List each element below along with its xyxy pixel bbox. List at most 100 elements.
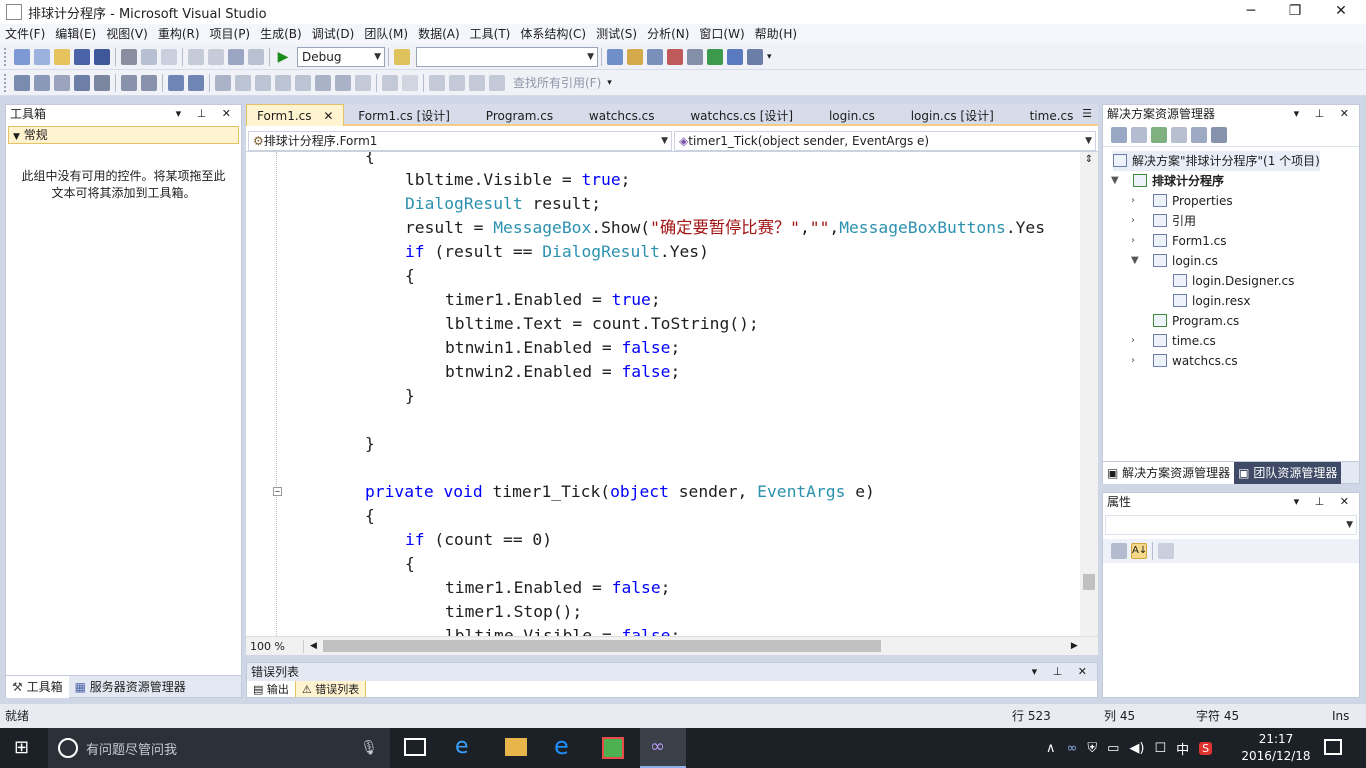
solution-config-select[interactable]: Debug ▼ [297,46,385,67]
ime-mode[interactable]: 中 [1176,739,1189,758]
bookmark-next-folder-icon[interactable] [295,74,311,91]
menu-architecture[interactable]: 体系结构(C) [515,24,591,44]
undo-icon[interactable] [188,48,204,65]
code-line[interactable]: btnwin1.Enabled = false; [445,336,680,360]
tab-program-cs[interactable]: Program.cs [476,105,563,127]
windows-start-icon[interactable]: ⊞ [14,738,29,758]
tree-item-program[interactable]: Program.cs [1153,311,1239,331]
add-item-icon[interactable] [34,48,50,65]
code-line[interactable]: timer1.Enabled = false; [445,576,670,600]
panel-buttons[interactable]: ▾ ⊥ ✕ [1294,493,1355,511]
class-view-icon[interactable] [449,74,465,91]
show-all-files-icon[interactable] [1131,126,1147,143]
security-icon[interactable]: ⛨ [1087,741,1097,756]
minimize-button[interactable]: ─ [1228,0,1274,24]
cortana-search-box[interactable]: 有问题尽管问我 🎙 [48,728,390,768]
bookmark-toggle-icon[interactable] [215,74,231,91]
toolbox-icon[interactable] [667,48,683,65]
start-debug-icon[interactable]: ▶ [275,49,291,65]
code-line[interactable]: { [365,152,375,168]
tree-item-properties[interactable]: Properties [1153,191,1233,211]
bookmark-next-doc-icon[interactable] [335,74,351,91]
tab-login-cs[interactable]: login.cs [819,105,885,127]
code-line[interactable]: if (result == DialogResult.Yes) [405,240,709,264]
sogou-icon[interactable]: S [1199,741,1213,755]
store-icon[interactable] [602,737,624,759]
toolbar-options-icon[interactable]: ▾ [767,49,783,65]
bookmark-prev-icon[interactable] [235,74,251,91]
code-line[interactable]: lbltime.Visible = false; [445,624,680,636]
bookmark-next-icon[interactable] [255,74,271,91]
tree-item-time[interactable]: time.cs [1153,331,1216,351]
find-in-files-icon[interactable] [394,48,410,65]
toolbar-options-icon[interactable]: ▾ [607,75,623,91]
vs-tray-icon[interactable]: ∞ [1067,741,1078,756]
tree-solution[interactable]: 解决方案"排球计分程序"(1 个项目) [1113,151,1320,171]
tab-watchcs-cs[interactable]: watchcs.cs [579,105,665,127]
code-line[interactable]: lbltime.Visible = true; [405,168,630,192]
chevron-right-icon[interactable]: › [1131,331,1143,351]
view-designer-icon[interactable] [1191,126,1207,143]
chevron-down-icon[interactable]: ▼ [1131,251,1143,271]
code-definition-icon[interactable] [489,74,505,91]
cut-icon[interactable] [121,48,137,65]
uncomment-icon[interactable] [188,74,204,91]
code-area[interactable]: − {lbltime.Visible = true; DialogResult r… [246,152,1080,636]
internet-explorer-icon[interactable]: e [455,736,469,758]
menu-window[interactable]: 窗口(W) [694,24,749,44]
menu-data[interactable]: 数据(A) [413,24,465,44]
tab-form1-design[interactable]: Form1.cs [设计] [348,105,460,127]
code-line[interactable]: if (count == 0) [405,528,552,552]
edge-icon[interactable]: e [554,734,569,758]
menu-edit[interactable]: 编辑(E) [50,24,101,44]
redo-icon[interactable] [208,48,224,65]
tab-login-design[interactable]: login.cs [设计] [901,105,1004,127]
find-all-refs-button[interactable]: 查找所有引用(F) [513,74,601,91]
menu-team[interactable]: 团队(M) [359,24,413,44]
scroll-thumb[interactable] [1083,574,1095,590]
network-icon[interactable]: ☐ [1155,741,1167,756]
tree-item-login[interactable]: login.cs [1153,251,1218,271]
extension-manager-icon[interactable] [727,48,743,65]
start-page-icon[interactable] [707,48,723,65]
task-view-icon[interactable] [404,738,426,756]
class-navigator[interactable]: ⚙排球计分程序.Form1 ▼ [248,130,672,151]
chevron-right-icon[interactable]: › [1131,211,1143,231]
menu-project[interactable]: 项目(P) [205,24,256,44]
code-line[interactable]: lbltime.Text = count.ToString(); [445,312,759,336]
new-project-icon[interactable] [14,48,30,65]
code-line[interactable]: btnwin2.Enabled = false; [445,360,680,384]
close-tab-icon[interactable]: ✕ [323,109,333,123]
microphone-icon[interactable]: 🎙 [360,740,378,756]
display-object-member-icon[interactable] [14,74,30,91]
save-icon[interactable] [74,48,90,65]
tab-form1-cs[interactable]: Form1.cs ✕ [246,104,345,126]
tools-icon[interactable] [687,48,703,65]
xml-icon[interactable] [469,74,485,91]
code-line[interactable]: } [365,432,375,456]
property-pages-icon[interactable] [1158,543,1174,559]
open-file-icon[interactable] [54,48,70,65]
vertical-scrollbar[interactable]: ⇕ [1080,152,1098,636]
code-line[interactable]: result = MessageBox.Show("确定要暂停比赛？","",M… [405,216,1045,240]
code-line[interactable]: { [405,264,415,288]
battery-icon[interactable]: ▭ [1107,741,1119,756]
menu-analyze[interactable]: 分析(N) [642,24,694,44]
tab-toolbox[interactable]: ⚒ 工具箱 [6,675,69,698]
code-line[interactable]: private void timer1_Tick(object sender, … [365,480,875,504]
chevron-right-icon[interactable]: › [1131,231,1143,251]
menu-refactor[interactable]: 重构(R) [153,24,205,44]
split-icon[interactable]: ⇕ [1082,154,1096,168]
tab-watchcs-design[interactable]: watchcs.cs [设计] [680,105,803,127]
increase-indent-icon[interactable] [141,74,157,91]
code-line[interactable]: } [405,384,415,408]
tree-item-watchcs[interactable]: watchcs.cs [1153,351,1238,371]
member-navigator[interactable]: ◈timer1_Tick(object sender, EventArgs e)… [674,130,1096,151]
chevron-right-icon[interactable]: ▶ [1071,641,1078,651]
refresh-icon[interactable] [1151,126,1167,143]
format-icon[interactable] [94,74,110,91]
solution-explorer-icon[interactable] [607,48,623,65]
chevron-down-icon[interactable]: ▼ [1111,171,1123,191]
paste-icon[interactable] [161,48,177,65]
menu-build[interactable]: 生成(B) [255,24,307,44]
